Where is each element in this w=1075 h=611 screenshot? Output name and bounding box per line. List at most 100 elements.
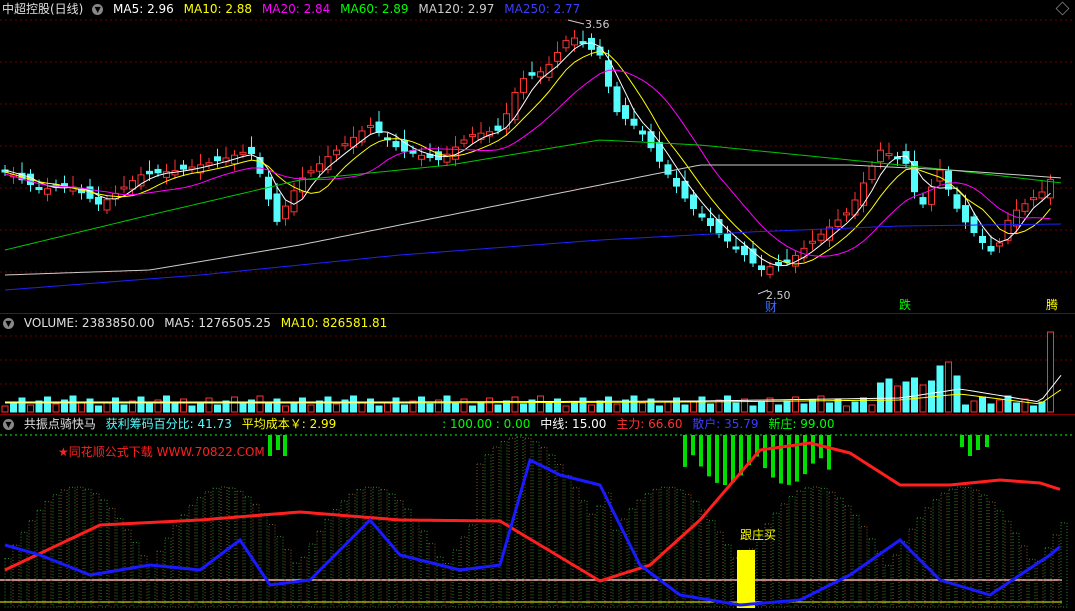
profit-bar xyxy=(980,494,988,608)
profit-bar xyxy=(716,531,724,608)
candle-body xyxy=(1013,209,1020,227)
profit-bar xyxy=(572,487,580,608)
profit-bar xyxy=(1004,520,1012,608)
volume-bar xyxy=(554,398,561,413)
profit-bar xyxy=(1020,545,1028,608)
profit-bar xyxy=(652,488,660,608)
volume-bar xyxy=(537,395,544,413)
candle-body xyxy=(809,240,816,244)
volume-bar xyxy=(44,396,51,413)
volume-bar xyxy=(188,405,196,413)
kline-panel[interactable]: 中超控股(日线) ▼ MA5: 2.96 MA10: 2.88 MA20: 2.… xyxy=(0,0,1075,314)
profit-bar xyxy=(148,564,156,608)
volume-bar xyxy=(27,404,34,413)
green-signal-bar xyxy=(683,435,687,467)
collapse-icon[interactable]: ▼ xyxy=(3,419,14,430)
candle-body xyxy=(333,149,340,156)
volume-bar xyxy=(307,404,315,413)
profit-bar xyxy=(644,493,652,608)
candle-body xyxy=(392,141,400,148)
candle-body xyxy=(460,139,468,144)
profit-bar xyxy=(604,492,612,608)
volume-bar xyxy=(494,404,502,413)
profit-bar xyxy=(276,536,284,608)
volume-bar xyxy=(231,396,238,413)
volume-bar xyxy=(333,403,340,413)
candle-body xyxy=(605,60,612,87)
volume-bar xyxy=(239,403,247,413)
profit-bar xyxy=(564,475,572,608)
profit-bar xyxy=(460,536,468,608)
profit-bar xyxy=(596,505,604,608)
profit-bar xyxy=(580,500,588,608)
green-signal-bar xyxy=(691,435,695,456)
candle-body xyxy=(180,164,187,170)
candle-body xyxy=(707,218,714,227)
profit-bar xyxy=(828,491,836,608)
green-signal-bar xyxy=(811,435,815,464)
profit-bar xyxy=(1012,532,1020,608)
candle-body xyxy=(681,180,689,199)
profit-bar xyxy=(836,497,844,608)
candle-body xyxy=(307,170,315,174)
candle-body xyxy=(775,262,782,266)
collapse-icon[interactable]: ▼ xyxy=(92,4,104,15)
candle-body xyxy=(945,170,952,190)
green-signal-bar xyxy=(795,435,799,482)
profit-bar xyxy=(1052,534,1060,608)
candle-body xyxy=(146,170,153,175)
volume-bar xyxy=(877,382,884,413)
collapse-icon[interactable]: ▼ xyxy=(3,318,14,329)
indicator-panel[interactable]: ▼ 共振点骑快马 获利筹码百分比: 41.73 平均成本￥: 2.99 : 10… xyxy=(0,415,1075,611)
profit-bar xyxy=(756,535,764,608)
volume-bar xyxy=(18,397,26,413)
candle-body xyxy=(316,163,323,172)
profit-bar xyxy=(180,514,188,608)
volume-bar xyxy=(443,395,451,413)
candle-body xyxy=(673,177,680,187)
profit-bar xyxy=(348,493,356,608)
candle-body xyxy=(290,190,298,213)
volume-bar xyxy=(681,404,689,413)
profit-bar xyxy=(44,501,52,608)
profit-bar xyxy=(252,503,260,608)
candle-body xyxy=(1021,203,1029,212)
watermark-text: ★同花顺公式下载 WWW.70822.COM xyxy=(58,445,265,459)
profit-bar xyxy=(660,486,668,608)
volume-panel[interactable]: ▼ VOLUME: 2383850.00 MA5: 1276505.25 MA1… xyxy=(0,314,1075,414)
profit-bar xyxy=(116,517,124,608)
volume-bar xyxy=(460,398,468,413)
candle-body xyxy=(537,71,544,78)
candle-body xyxy=(239,151,247,155)
profit-bar xyxy=(884,564,892,608)
profit-bar xyxy=(204,491,212,608)
candle-body xyxy=(996,242,1003,247)
profit-bar xyxy=(892,554,900,608)
green-signal-bar xyxy=(731,435,735,483)
volume-title: VOLUME: 2383850.00 xyxy=(23,316,155,330)
ma20-line xyxy=(4,69,1051,257)
ma60-label: MA60: 2.89 xyxy=(340,2,409,16)
kline-chart[interactable] xyxy=(0,0,1075,313)
profit-bar xyxy=(372,486,380,608)
volume-bar xyxy=(775,404,782,413)
candle-body xyxy=(936,169,944,182)
candle-body xyxy=(843,212,850,216)
profit-bar xyxy=(924,507,932,608)
profit-bar xyxy=(132,541,140,608)
volume-bar xyxy=(664,401,672,413)
profit-bar xyxy=(420,530,428,608)
candle-body xyxy=(95,196,102,205)
volume-bar xyxy=(970,400,978,413)
candle-body xyxy=(962,205,969,223)
candle-body xyxy=(103,199,111,211)
profit-bar xyxy=(556,464,564,608)
profit-bar xyxy=(684,494,692,608)
volume-bar xyxy=(95,405,102,413)
volume-bar xyxy=(843,405,850,413)
volume-bar xyxy=(146,403,153,413)
volume-bar xyxy=(401,404,408,413)
green-signal-bar xyxy=(699,435,703,467)
volume-bar xyxy=(690,400,697,413)
volume-bar xyxy=(375,405,383,413)
